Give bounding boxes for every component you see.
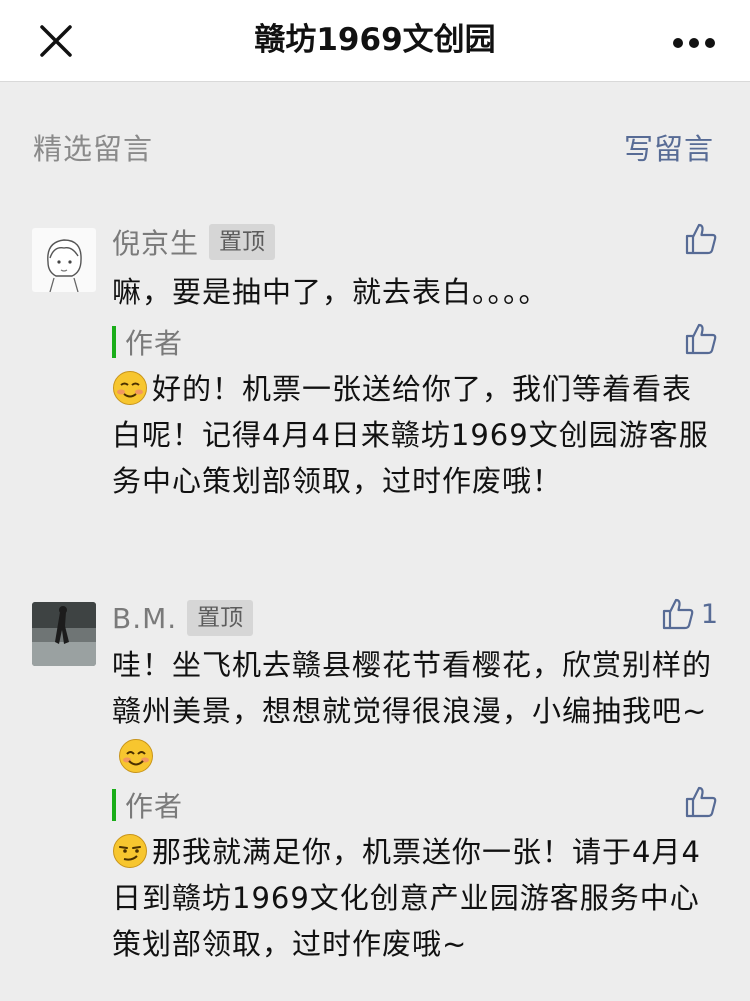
smile-emoji-icon — [118, 738, 154, 774]
nav-bar: 赣坊1969文创园 — [0, 0, 750, 82]
reply-like-button[interactable] — [684, 322, 718, 356]
avatar — [32, 228, 96, 292]
comment-text: 哇！坐飞机去赣县樱花节看樱花，欣赏别样的赣州美景，想想就觉得很浪漫，小编抽我吧~ — [112, 642, 716, 780]
avatar — [32, 602, 96, 666]
author-indicator — [112, 789, 116, 821]
thumbs-up-icon — [662, 598, 694, 630]
shy-smile-emoji-icon — [112, 370, 148, 406]
like-button[interactable] — [684, 222, 718, 256]
page-title: 赣坊1969文创园 — [254, 22, 496, 58]
reply-text-content: 好的！机票一张送给你了，我们等着看表白呢！记得4月4日来赣坊1969文创园游客服… — [112, 372, 709, 498]
comment-text: 嘛，要是抽中了，就去表白。。。。 — [112, 275, 549, 309]
author-indicator — [112, 326, 116, 358]
comments-header: 精选留言 写留言 — [0, 126, 750, 172]
pinned-badge: 置顶 — [187, 600, 254, 636]
thumbs-up-icon — [685, 786, 717, 818]
close-icon[interactable] — [36, 21, 76, 61]
comment-text-content: 哇！坐飞机去赣县樱花节看樱花，欣赏别样的赣州美景，想想就觉得很浪漫，小编抽我吧~ — [112, 648, 713, 728]
author-reply-header: 作者 — [112, 324, 183, 360]
nickname: B.M. — [112, 601, 178, 635]
author-reply-text: 那我就满足你，机票送你一张！请于4月4日到赣坊1969文化创意产业园游客服务中心… — [112, 829, 716, 967]
author-reply-text: 好的！机票一张送给你了，我们等着看表白呢！记得4月4日来赣坊1969文创园游客服… — [112, 366, 716, 504]
thumbs-up-icon — [685, 223, 717, 255]
comment-header: 倪京生 置顶 — [112, 222, 276, 262]
more-icon[interactable] — [672, 34, 716, 48]
author-label: 作者 — [125, 790, 184, 823]
pinned-badge: 置顶 — [209, 224, 276, 260]
like-count: 1 — [700, 598, 718, 630]
author-reply-header: 作者 — [112, 787, 183, 823]
author-label: 作者 — [125, 327, 184, 360]
like-button[interactable]: 1 — [661, 597, 718, 631]
write-comment-link[interactable]: 写留言 — [624, 126, 714, 172]
reply-text-content: 那我就满足你，机票送你一张！请于4月4日到赣坊1969文化创意产业园游客服务中心… — [112, 835, 701, 961]
comment-header: B.M. 置顶 — [112, 598, 254, 638]
reply-like-button[interactable] — [684, 785, 718, 819]
smirk-emoji-icon — [112, 833, 148, 869]
section-title: 精选留言 — [33, 132, 154, 166]
thumbs-up-icon — [685, 323, 717, 355]
nickname: 倪京生 — [112, 227, 200, 260]
